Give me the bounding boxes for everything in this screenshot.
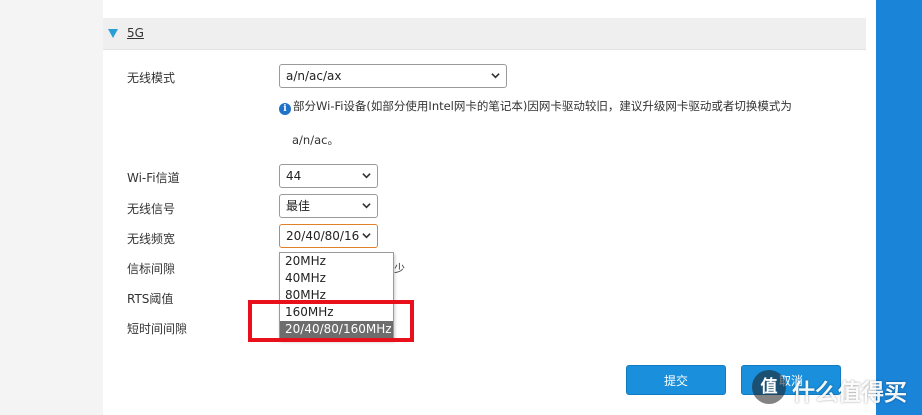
channel-value: 44 [286,169,302,183]
chevron-down-icon [362,233,371,239]
chevron-down-icon [362,203,371,209]
bandwidth-value: 20/40/80/16 [286,229,360,243]
chevron-down-icon [491,73,500,79]
rts-label: RTS阈值 [127,292,174,306]
collapse-triangle-icon[interactable] [108,29,118,38]
bandwidth-option[interactable]: 40MHz [280,270,393,287]
compatibility-note-line2: a/n/ac。 [292,133,339,147]
watermark: 值 什么值得买 [752,368,917,408]
chevron-down-icon [362,173,371,179]
submit-button[interactable]: 提交 [626,365,726,395]
wireless-mode-label: 无线模式 [127,71,176,85]
right-side-bar [876,0,922,415]
beacon-unit-partial: 少 [394,262,405,275]
watermark-logo-icon: 值 [752,370,786,404]
compatibility-note-line1: 部分Wi-Fi设备(如部分使用Intel网卡的笔记本)因网卡驱动较旧，建议升级网… [293,99,792,113]
section-title[interactable]: 5G [127,26,144,40]
info-icon: i [279,103,291,115]
bandwidth-select[interactable]: 20/40/80/16 [279,224,378,248]
beacon-label: 信标间隙 [127,262,176,276]
wireless-mode-select[interactable]: a/n/ac/ax [279,64,507,88]
channel-label: Wi-Fi信道 [127,171,180,185]
section-header-5g[interactable]: 5G [103,18,866,50]
wireless-mode-value: a/n/ac/ax [286,69,342,83]
signal-label: 无线信号 [127,202,176,216]
highlight-annotation-box [248,300,414,342]
signal-select[interactable]: 最佳 [279,194,378,218]
watermark-text: 什么值得买 [792,380,907,406]
short-gi-label: 短时间间隙 [127,322,188,336]
signal-value: 最佳 [286,199,311,213]
bandwidth-option[interactable]: 20MHz [280,253,393,270]
bandwidth-label: 无线频宽 [127,232,176,246]
compatibility-note: i 部分Wi-Fi设备(如部分使用Intel网卡的笔记本)因网卡驱动较旧，建议升级… [279,98,792,115]
channel-select[interactable]: 44 [279,164,378,188]
settings-panel [103,0,876,415]
